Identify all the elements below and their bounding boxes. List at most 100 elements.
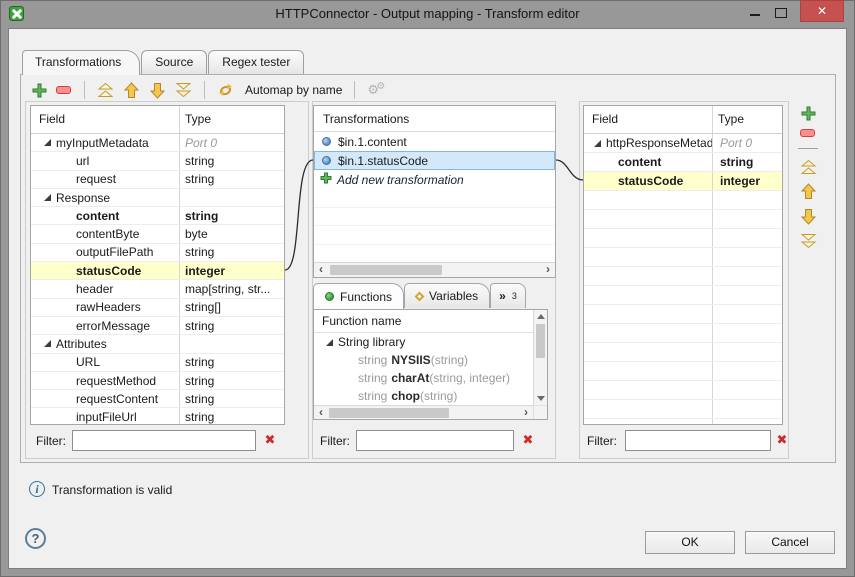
output-fields-table[interactable]: Field Type httpResponseMetad Port 0 conten…: [583, 105, 783, 425]
field-row[interactable]: URL string: [31, 353, 284, 372]
field-row[interactable]: myInputMetadata Port 0: [31, 134, 284, 153]
field-name: url: [76, 153, 90, 168]
remove-field-icon[interactable]: [800, 129, 816, 138]
add-new-transformation[interactable]: Add new transformation: [314, 170, 555, 189]
scroll-left-icon[interactable]: ‹: [314, 406, 328, 419]
field-row[interactable]: Response: [31, 188, 284, 208]
clear-filter-icon[interactable]: ✖: [262, 431, 278, 449]
column-header-type[interactable]: Type: [180, 106, 284, 133]
field-row[interactable]: outputFilePath string: [31, 243, 284, 263]
horizontal-scrollbar[interactable]: ‹ ›: [314, 262, 555, 277]
tab-overflow-chevron[interactable]: » 3: [490, 283, 526, 308]
field-row[interactable]: content string: [584, 153, 782, 172]
field-type: integer: [720, 174, 761, 188]
field-row[interactable]: contentByte byte: [31, 225, 284, 244]
field-row[interactable]: errorMessage string: [31, 316, 284, 336]
field-row[interactable]: requestContent string: [31, 390, 284, 409]
field-type: string: [720, 155, 754, 169]
help-icon[interactable]: ?: [25, 528, 46, 549]
clear-filter-icon[interactable]: ✖: [774, 431, 790, 449]
functions-filter[interactable]: [356, 430, 514, 451]
remove-icon[interactable]: [56, 85, 72, 95]
tree-expander-icon[interactable]: [44, 340, 51, 348]
move-bottom-icon[interactable]: [175, 82, 192, 98]
input-fields-filter[interactable]: [72, 430, 256, 451]
function-item[interactable]: string charAt (string, integer): [314, 369, 547, 387]
move-top-icon[interactable]: [800, 159, 817, 175]
function-library-label: String library: [338, 335, 406, 349]
vertical-scrollbar[interactable]: [533, 310, 547, 405]
tab-source[interactable]: Source: [141, 50, 208, 74]
move-up-icon[interactable]: [123, 81, 140, 99]
function-name-header[interactable]: Function name: [314, 310, 547, 333]
chevron-icon: »: [499, 289, 506, 303]
cancel-button[interactable]: Cancel: [745, 531, 835, 554]
tree-expander-icon[interactable]: [44, 139, 51, 147]
tree-expander-icon[interactable]: [594, 139, 601, 147]
tree-expander-icon[interactable]: [326, 338, 333, 346]
column-header-type[interactable]: Type: [713, 106, 782, 133]
tab-functions[interactable]: Functions: [313, 283, 405, 309]
clear-filter-icon[interactable]: ✖: [520, 431, 536, 449]
transformation-item[interactable]: $in.1.content: [314, 132, 555, 151]
function-params: (string, integer): [429, 371, 511, 385]
transformation-item[interactable]: $in.1.statusCode: [314, 151, 555, 170]
scroll-up-icon[interactable]: [537, 314, 545, 319]
field-row[interactable]: statusCode integer: [31, 262, 284, 281]
scrollbar-thumb[interactable]: [330, 265, 442, 275]
field-row[interactable]: header map[string, str...: [31, 280, 284, 299]
settings-gears-icon[interactable]: ⚙ ⚙: [367, 81, 387, 99]
field-row[interactable]: httpResponseMetad Port 0: [584, 134, 782, 153]
function-list-panel[interactable]: Function name String library string NYSII…: [313, 309, 548, 420]
scroll-right-icon[interactable]: ›: [519, 406, 533, 419]
scroll-left-icon[interactable]: ‹: [314, 263, 328, 277]
tab-transformations[interactable]: Transformations: [22, 50, 141, 75]
close-button[interactable]: ✕: [800, 0, 844, 22]
ok-button[interactable]: OK: [645, 531, 735, 554]
horizontal-scrollbar[interactable]: ‹ ›: [314, 405, 533, 419]
scrollbar-thumb[interactable]: [536, 324, 545, 358]
minimize-button[interactable]: [743, 2, 767, 22]
add-field-icon[interactable]: [801, 106, 816, 121]
move-top-icon[interactable]: [97, 82, 114, 98]
move-bottom-icon[interactable]: [800, 233, 817, 249]
tab-regex-tester[interactable]: Regex tester: [208, 50, 305, 74]
automap-icon[interactable]: [217, 82, 234, 98]
automap-by-name-button[interactable]: Automap by name: [245, 83, 342, 97]
scroll-right-icon[interactable]: ›: [541, 263, 555, 277]
field-row[interactable]: url string: [31, 152, 284, 171]
titlebar[interactable]: HTTPConnector - Output mapping - Transfo…: [0, 0, 855, 28]
field-row[interactable]: request string: [31, 170, 284, 189]
tab-variables[interactable]: Variables: [404, 283, 491, 308]
field-row[interactable]: rawHeaders string[]: [31, 298, 284, 317]
scroll-down-icon[interactable]: [537, 396, 545, 401]
output-fields-filter[interactable]: [625, 430, 771, 451]
field-row[interactable]: content string: [31, 207, 284, 226]
field-row[interactable]: requestMethod string: [31, 371, 284, 391]
add-icon[interactable]: [32, 83, 47, 98]
field-type: string: [185, 172, 215, 187]
column-header-field[interactable]: Field: [31, 106, 180, 133]
toolbar-separator: [204, 81, 205, 99]
empty-row: [314, 226, 555, 245]
field-row[interactable]: statusCode integer: [584, 172, 782, 191]
tree-expander-icon[interactable]: [44, 194, 51, 202]
field-row[interactable]: Attributes: [31, 335, 284, 354]
add-new-transformation-label: Add new transformation: [337, 172, 464, 187]
move-down-icon[interactable]: [800, 208, 817, 225]
move-up-icon[interactable]: [800, 183, 817, 200]
transformations-list-panel[interactable]: Transformations $in.1.content $in.1.statu…: [313, 105, 556, 278]
column-header-field[interactable]: Field: [584, 106, 713, 133]
function-library-row[interactable]: String library: [314, 333, 547, 351]
function-name: chop: [391, 389, 421, 403]
scrollbar-thumb[interactable]: [329, 408, 449, 418]
function-item[interactable]: string NYSIIS (string): [314, 351, 547, 369]
move-down-icon[interactable]: [149, 82, 166, 99]
field-name: myInputMetadata: [56, 135, 149, 150]
input-fields-table[interactable]: Field Type myInputMetadata Port 0 url strin…: [30, 105, 285, 425]
function-item[interactable]: string chop (string): [314, 387, 547, 405]
transform-editor-window: HTTPConnector - Output mapping - Transfo…: [0, 0, 855, 577]
functions-tab-bar: Functions Variables » 3: [313, 283, 526, 309]
field-row[interactable]: inputFileUrl string: [31, 408, 284, 424]
maximize-button[interactable]: [768, 2, 792, 22]
